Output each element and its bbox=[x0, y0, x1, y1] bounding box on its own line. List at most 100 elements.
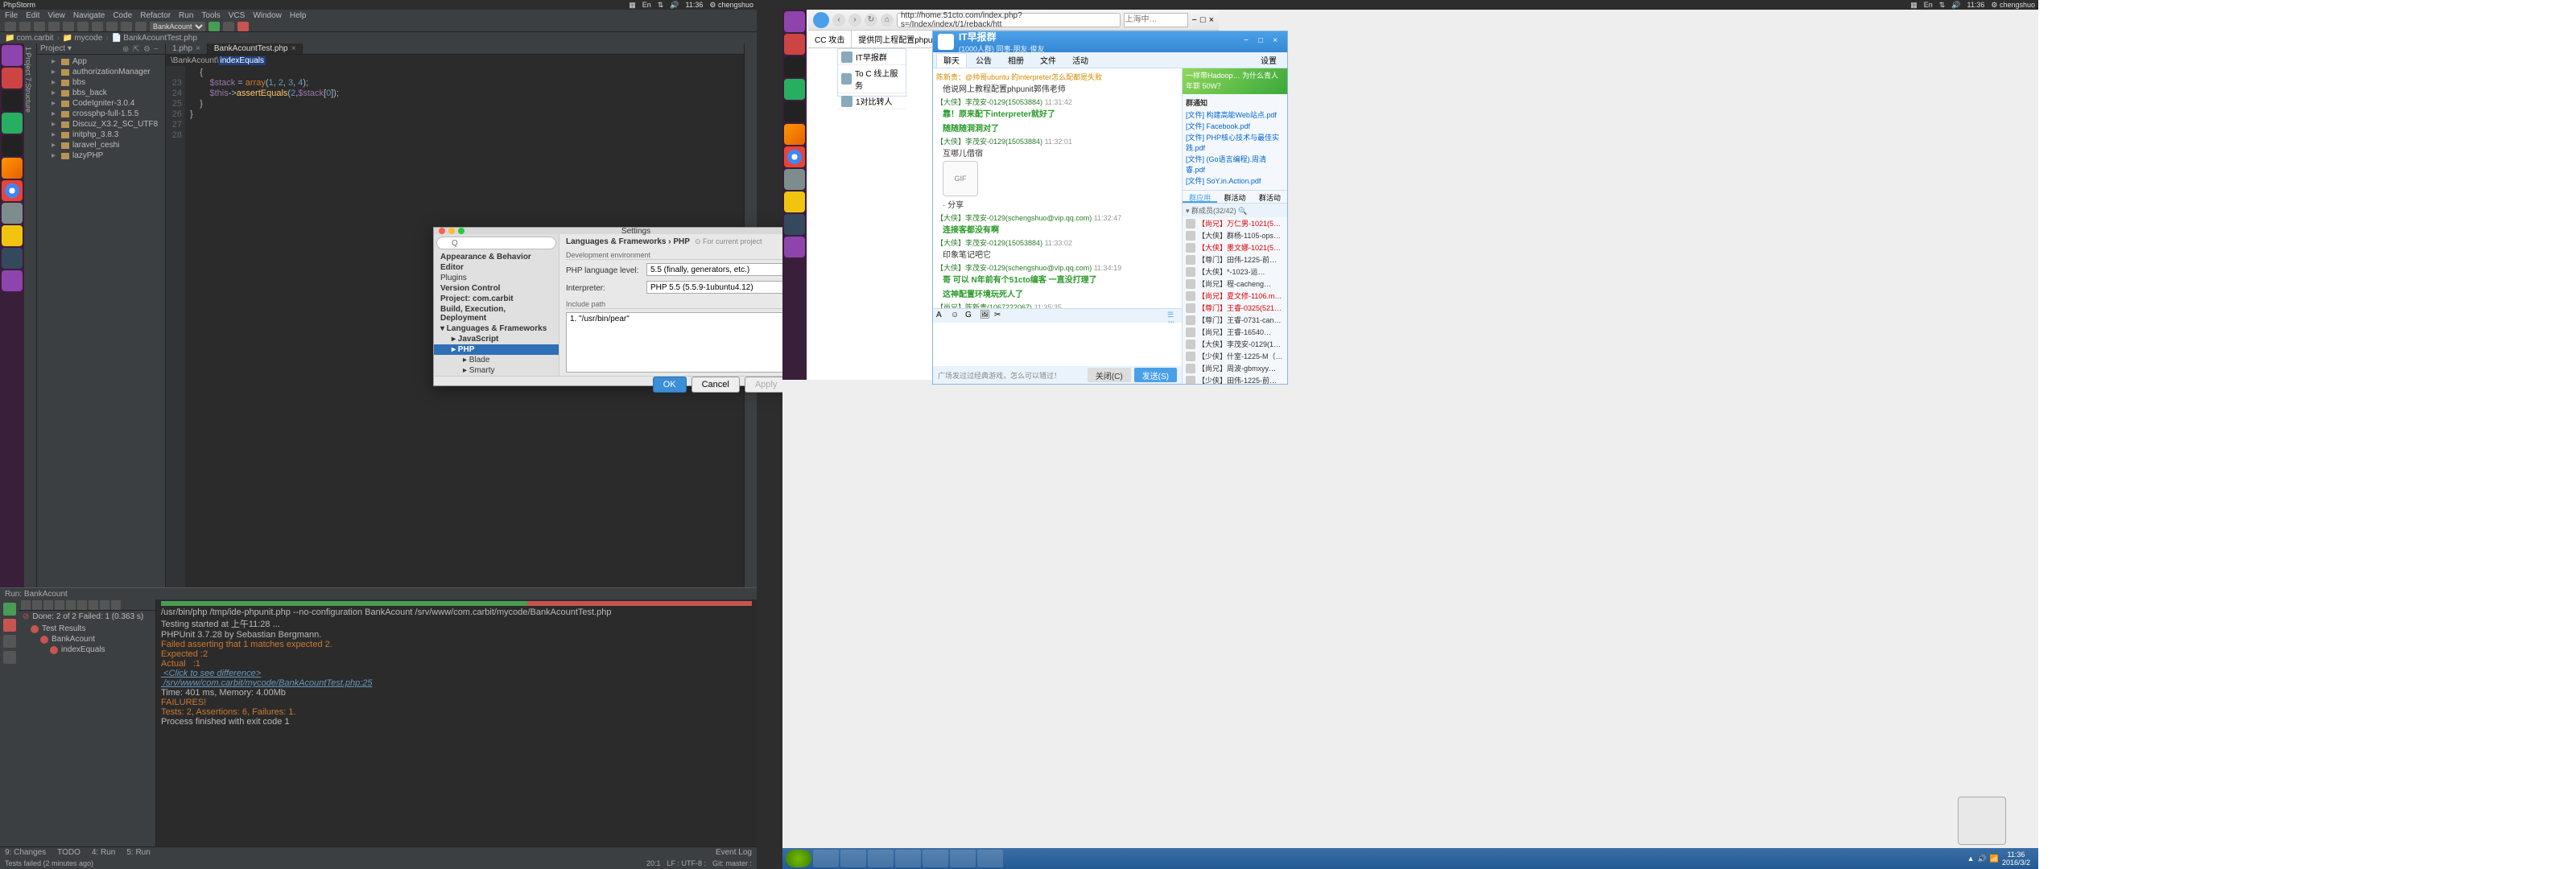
ok-button[interactable]: OK bbox=[653, 377, 687, 393]
project-folder[interactable]: ▸App bbox=[40, 56, 162, 67]
minimize-icon[interactable]: − bbox=[1239, 36, 1253, 47]
minimize-icon[interactable] bbox=[448, 228, 455, 234]
close-icon[interactable]: × bbox=[1209, 15, 1214, 25]
close-icon[interactable]: × bbox=[1268, 36, 1282, 47]
terminal-tab[interactable]: 5: Run bbox=[126, 848, 150, 857]
chat-messages[interactable]: 陈新贵：@帅哥ubuntu 的interpreter怎么配都是失败 他说网上教程… bbox=[933, 68, 1182, 308]
volume-icon[interactable]: 🔊 bbox=[670, 1, 679, 10]
phpstorm-icon[interactable] bbox=[2, 270, 23, 291]
menu-file[interactable]: File bbox=[5, 11, 18, 20]
clock-date[interactable]: 2016/3/2 bbox=[2002, 859, 2030, 867]
app2-icon[interactable] bbox=[2, 225, 23, 246]
sogou-icon[interactable] bbox=[784, 169, 805, 190]
clock[interactable]: 11:36 bbox=[1967, 1, 1985, 9]
forward-icon[interactable]: › bbox=[848, 14, 861, 27]
gif-icon[interactable]: G bbox=[965, 311, 976, 322]
terminal-icon[interactable] bbox=[784, 56, 805, 77]
prev-fail-icon[interactable] bbox=[77, 600, 87, 610]
maximize-icon[interactable]: □ bbox=[1200, 15, 1206, 25]
tray-icon[interactable]: 📶 bbox=[1990, 855, 1999, 863]
qq-tab-activity[interactable]: 活动 bbox=[1065, 53, 1096, 68]
app-icon[interactable] bbox=[784, 79, 805, 100]
paste-icon[interactable] bbox=[106, 22, 118, 31]
tab-apps[interactable]: 群应用 bbox=[1183, 191, 1217, 203]
open-icon[interactable] bbox=[5, 22, 16, 31]
menu-help[interactable]: Help bbox=[290, 11, 307, 20]
qq-tab-settings[interactable]: 设置 bbox=[1253, 53, 1284, 68]
member-item[interactable]: 【大侠】群杨-1105-ops… bbox=[1183, 229, 1287, 241]
back-icon[interactable] bbox=[121, 22, 132, 31]
export-icon[interactable] bbox=[100, 600, 109, 610]
search-input[interactable] bbox=[1124, 13, 1188, 27]
test-output[interactable]: /usr/bin/php /tmp/ide-phpunit.php --no-c… bbox=[156, 599, 757, 846]
close-icon[interactable] bbox=[3, 651, 16, 664]
project-folder[interactable]: ▸bbs bbox=[40, 77, 162, 88]
taskbar-item[interactable] bbox=[868, 850, 894, 867]
next-fail-icon[interactable] bbox=[89, 600, 98, 610]
close-icon[interactable] bbox=[439, 228, 445, 234]
member-item[interactable]: 【少侠】田伟-1225-前… bbox=[1183, 374, 1287, 384]
expand-icon[interactable] bbox=[55, 600, 64, 610]
project-folder[interactable]: ▸bbs_back bbox=[40, 88, 162, 98]
test-suite[interactable]: BankAcount bbox=[23, 634, 152, 645]
menu-vcs[interactable]: VCS bbox=[229, 11, 246, 20]
terminal-icon[interactable] bbox=[2, 90, 23, 111]
clock[interactable]: 11:36 bbox=[686, 1, 704, 9]
phpstorm-icon[interactable] bbox=[784, 237, 805, 257]
filter-ignore-icon[interactable] bbox=[32, 600, 42, 610]
files-icon[interactable] bbox=[784, 34, 805, 55]
settings-category[interactable]: Version Control bbox=[434, 283, 559, 294]
test-case[interactable]: indexEquals bbox=[23, 645, 152, 655]
font-icon[interactable]: A bbox=[936, 311, 947, 322]
crumb-root[interactable]: 📁 com.carbit bbox=[5, 34, 54, 43]
qq-pet-widget[interactable] bbox=[1958, 797, 2006, 845]
sort-icon[interactable] bbox=[43, 600, 53, 610]
menu-navigate[interactable]: Navigate bbox=[73, 11, 105, 20]
file-link[interactable]: [文件] Facebook.pdf bbox=[1186, 121, 1284, 131]
network-icon[interactable]: ⇅ bbox=[658, 1, 664, 10]
qq-tab-files[interactable]: 文件 bbox=[1033, 53, 1063, 68]
file-link[interactable]: [文件] SoY.in.Action.pdf bbox=[1186, 175, 1284, 186]
project-folder[interactable]: ▸crossphp-full-1.5.5 bbox=[40, 109, 162, 119]
file-link[interactable]: [文件] (Go语言编程).周清睿.pdf bbox=[1186, 154, 1284, 175]
taskbar-item[interactable] bbox=[977, 850, 1003, 867]
member-item[interactable]: 【大侠】墨文娜-1021(547112… bbox=[1183, 241, 1287, 253]
firefox-icon[interactable] bbox=[784, 124, 805, 145]
interpreter-select[interactable] bbox=[646, 281, 793, 294]
tab-activity2[interactable]: 群活动 bbox=[1253, 191, 1287, 203]
settings-category[interactable]: Editor bbox=[434, 262, 559, 273]
tab-activity[interactable]: 群活动 bbox=[1217, 191, 1252, 203]
gear-icon[interactable]: ⚙ bbox=[143, 45, 151, 53]
settings-category[interactable]: ▾ Languages & Frameworks bbox=[434, 323, 559, 334]
stop-icon[interactable] bbox=[3, 619, 16, 632]
taskbar-item[interactable] bbox=[840, 850, 866, 867]
user-menu[interactable]: ⚙ chengshuo bbox=[1991, 1, 2035, 10]
menu-refactor[interactable]: Refactor bbox=[140, 11, 171, 20]
tray-icon[interactable]: ▲ bbox=[1967, 855, 1975, 863]
chrome-icon[interactable] bbox=[2, 180, 23, 201]
crumb-folder[interactable]: 📁 mycode bbox=[63, 34, 102, 43]
left-toolwindow-strip[interactable]: 1:Project 7:Structure bbox=[24, 43, 37, 587]
taskbar-item[interactable] bbox=[923, 850, 948, 867]
dash-icon[interactable] bbox=[2, 45, 23, 66]
close-icon[interactable]: × bbox=[196, 44, 200, 53]
member-list[interactable]: ▾ 群成员(32/42) 🔍 【尚兄】万仁男-1021(543…【大侠】群杨-1… bbox=[1183, 204, 1287, 384]
settings-category[interactable]: Build, Execution, Deployment bbox=[434, 304, 559, 323]
project-folder[interactable]: ▸initphp_3.8.3 bbox=[40, 130, 162, 140]
collapse-icon[interactable]: ⊕ bbox=[122, 45, 130, 53]
settings-tree[interactable]: Appearance & BehaviorEditorPluginsVersio… bbox=[434, 252, 559, 376]
dash-icon[interactable] bbox=[784, 11, 805, 32]
changes-tab[interactable]: 9: Changes bbox=[5, 848, 46, 857]
taskbar-item[interactable] bbox=[895, 850, 921, 867]
settings-category[interactable]: ▸ JavaScript bbox=[434, 334, 559, 344]
zoom-icon[interactable] bbox=[458, 228, 464, 234]
member-item[interactable]: 【尚兄】王睿-16540… bbox=[1183, 326, 1287, 338]
browser-logo-icon[interactable] bbox=[813, 12, 829, 28]
member-item[interactable]: 【尊门】王睿-0325(521279… bbox=[1183, 302, 1287, 314]
shell-icon[interactable] bbox=[784, 101, 805, 122]
app-icon[interactable] bbox=[2, 113, 23, 134]
start-button[interactable] bbox=[786, 850, 811, 867]
file-link[interactable]: [文件] 构建高能Web站点.pdf bbox=[1186, 109, 1284, 120]
settings-search[interactable] bbox=[436, 237, 556, 249]
user-menu[interactable]: ⚙ chengshuo bbox=[709, 1, 753, 10]
